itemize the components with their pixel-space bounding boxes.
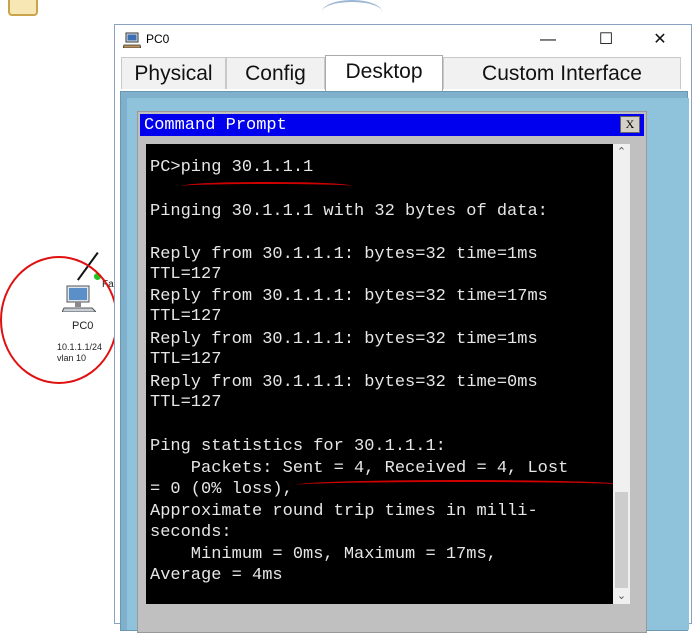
- terminal-line: TTL=127: [150, 393, 222, 412]
- tab-physical[interactable]: Physical: [121, 57, 226, 89]
- terminal-line: Reply from 30.1.1.1: bytes=32 time=1ms: [150, 330, 538, 349]
- annotation-underline: [182, 182, 352, 190]
- scroll-up-icon[interactable]: ⌃: [613, 144, 630, 160]
- terminal-line: TTL=127: [150, 265, 222, 284]
- pc0-window: PC0 — ☐ ✕ Physical Config Desktop Custom…: [114, 24, 692, 633]
- command-prompt-header: Command Prompt X: [140, 114, 644, 136]
- tab-custom-interface[interactable]: Custom Interface: [443, 57, 681, 89]
- tab-config[interactable]: Config: [226, 57, 325, 89]
- terminal-line: Reply from 30.1.1.1: bytes=32 time=17ms: [150, 287, 548, 306]
- title-bar[interactable]: PC0 — ☐ ✕: [115, 25, 691, 55]
- terminal-line: = 0 (0% loss),: [150, 480, 293, 499]
- window-title: PC0: [146, 32, 170, 46]
- scroll-thumb[interactable]: [615, 492, 628, 588]
- annotation-underline: [296, 480, 626, 490]
- minimize-button[interactable]: —: [525, 25, 571, 55]
- command-prompt-close-button[interactable]: X: [620, 116, 640, 133]
- command-prompt-title: Command Prompt: [144, 116, 287, 135]
- terminal-line: Reply from 30.1.1.1: bytes=32 time=0ms: [150, 373, 538, 392]
- terminal-line: Ping statistics for 30.1.1.1:: [150, 437, 446, 456]
- tab-desktop[interactable]: Desktop: [325, 55, 443, 91]
- sticky-note-icon: [8, 0, 38, 16]
- terminal-line: seconds:: [150, 523, 232, 542]
- terminal-scrollbar[interactable]: ⌃ ⌄: [613, 144, 630, 604]
- terminal-line: Minimum = 0ms, Maximum = 17ms,: [150, 545, 497, 564]
- annotation-circle: [0, 256, 118, 384]
- terminal-output[interactable]: PC>ping 30.1.1.1 Pinging 30.1.1.1 with 3…: [146, 144, 630, 604]
- command-prompt-window: Command Prompt X PC>ping 30.1.1.1 Pingin…: [137, 111, 647, 633]
- terminal-line: TTL=127: [150, 350, 222, 369]
- terminal-line: Pinging 30.1.1.1 with 32 bytes of data:: [150, 202, 548, 221]
- terminal-line: TTL=127: [150, 307, 222, 326]
- terminal-line: Approximate round trip times in milli-: [150, 502, 538, 521]
- terminal-line: Packets: Sent = 4, Received = 4, Lost: [150, 459, 569, 478]
- terminal-line: PC>ping 30.1.1.1: [150, 158, 314, 177]
- maximize-button[interactable]: ☐: [583, 25, 629, 55]
- pc-app-icon: [123, 32, 141, 48]
- terminal-line: Reply from 30.1.1.1: bytes=32 time=1ms: [150, 245, 538, 264]
- close-button[interactable]: ✕: [637, 25, 683, 55]
- scroll-down-icon[interactable]: ⌄: [613, 588, 630, 604]
- background-device-arc: [322, 0, 382, 24]
- terminal-line: Average = 4ms: [150, 566, 283, 585]
